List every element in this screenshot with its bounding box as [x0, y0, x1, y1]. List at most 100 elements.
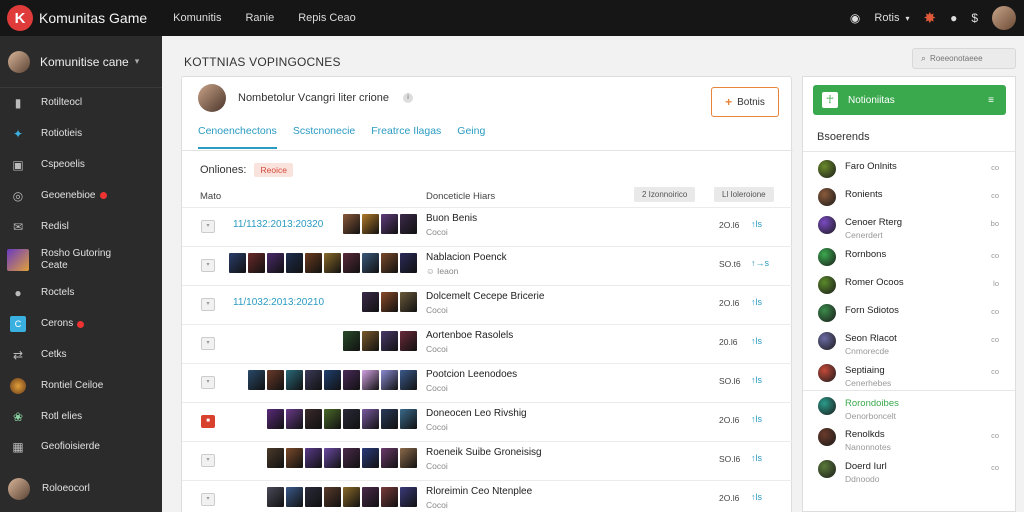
- game-thumbnail[interactable]: [324, 253, 341, 273]
- avatar[interactable]: [198, 84, 226, 112]
- row-date-link[interactable]: 11/1132:2013:20320: [233, 219, 323, 230]
- row-title[interactable]: Dolcemelt Cecepe Bricerie: [426, 291, 544, 302]
- sidebar-item-11[interactable]: ❀ Rotl elies: [0, 401, 162, 432]
- friend-list-item[interactable]: Rorondoibes Oenorboncelt: [803, 390, 1015, 422]
- top-nav-item-3[interactable]: Repis Ceao: [298, 12, 355, 24]
- chevron-down-icon[interactable]: ▾: [135, 56, 140, 67]
- game-thumbnail[interactable]: [362, 292, 379, 312]
- dollar-icon[interactable]: $: [971, 11, 978, 25]
- row-action-icon[interactable]: ↑ls: [751, 219, 762, 229]
- game-thumbnail[interactable]: [362, 448, 379, 468]
- table-row[interactable]: ▾ Roeneik Suibe Groneisisg Cocoi SO.l6 ↑ls: [182, 441, 793, 480]
- friend-list-item[interactable]: Septiaing Cenerhebes co: [803, 358, 1015, 390]
- game-thumbnail[interactable]: [400, 448, 417, 468]
- game-thumbnail[interactable]: [343, 331, 360, 351]
- filter-badge[interactable]: Reoice: [254, 163, 293, 177]
- friend-list-item[interactable]: Doerd Iurl Ddnoodo co: [803, 454, 1015, 486]
- game-thumbnail[interactable]: [381, 331, 398, 351]
- sidebar-footer[interactable]: Roloeocorl: [0, 474, 162, 504]
- game-thumbnail[interactable]: [324, 409, 341, 429]
- row-title[interactable]: Rloreimin Ceo Ntenplee: [426, 486, 532, 497]
- game-thumbnail[interactable]: [305, 409, 322, 429]
- row-checkbox[interactable]: ▾: [201, 493, 215, 506]
- row-title[interactable]: Roeneik Suibe Groneisisg: [426, 447, 542, 458]
- game-thumbnail[interactable]: [400, 370, 417, 390]
- row-action-icon[interactable]: ↑ls: [751, 453, 762, 463]
- row-checkbox[interactable]: ▾: [201, 259, 215, 272]
- game-thumbnail[interactable]: [343, 448, 360, 468]
- game-thumbnail[interactable]: [305, 448, 322, 468]
- game-thumbnail[interactable]: [400, 331, 417, 351]
- row-title[interactable]: Aortenboe Rasolels: [426, 330, 513, 341]
- column-header-mid[interactable]: Donceticle Hiars: [426, 191, 495, 202]
- sidebar-header[interactable]: Komunitise cane ▾: [0, 36, 162, 88]
- follow-button[interactable]: + Botnis: [711, 87, 779, 117]
- brand-title[interactable]: Komunitas Game: [39, 10, 147, 26]
- sidebar-item-4[interactable]: ◎ Geoenebioe: [0, 180, 162, 211]
- game-thumbnail[interactable]: [343, 409, 360, 429]
- tab-2[interactable]: Scstcnonecie: [293, 125, 355, 149]
- table-row[interactable]: ▾ 11/1132:2013:20320 Buon Benis Cocoi 2O.l6 ↑…: [182, 207, 793, 246]
- search-input[interactable]: [930, 54, 1011, 63]
- game-thumbnail[interactable]: [343, 253, 360, 273]
- row-checkbox[interactable]: ▾: [201, 376, 215, 389]
- row-action-icon[interactable]: ↑ls: [751, 414, 762, 424]
- game-thumbnail[interactable]: [400, 409, 417, 429]
- row-checkbox[interactable]: ▾: [201, 454, 215, 467]
- column-header-left[interactable]: Mato: [200, 191, 221, 202]
- community-button[interactable]: ☥ Notioniitas ≡: [813, 85, 1006, 115]
- menu-icon[interactable]: ≡: [988, 95, 994, 106]
- game-thumbnail[interactable]: [381, 370, 398, 390]
- game-thumbnail[interactable]: [400, 214, 417, 234]
- game-thumbnail[interactable]: [343, 370, 360, 390]
- game-thumbnail[interactable]: [229, 253, 246, 273]
- globe-icon[interactable]: ◉: [850, 11, 860, 25]
- game-thumbnail[interactable]: [286, 448, 303, 468]
- table-row[interactable]: ▾ Nablacion Poenck ☺ Ieaon SO.t6 ↑→s: [182, 246, 793, 285]
- friend-list-item[interactable]: Rornbons co: [803, 242, 1015, 270]
- game-thumbnail[interactable]: [381, 253, 398, 273]
- game-thumbnail[interactable]: [362, 487, 379, 507]
- friend-list-item[interactable]: Romer Ocoos lo: [803, 270, 1015, 298]
- table-row[interactable]: ■ Doneocen Leo Rivshig Cocoi 2O.l6 ↑ls: [182, 402, 793, 441]
- row-title[interactable]: Pootcion Leenodoes: [426, 369, 517, 380]
- game-thumbnail[interactable]: [324, 487, 341, 507]
- game-thumbnail[interactable]: [362, 214, 379, 234]
- game-thumbnail[interactable]: [324, 448, 341, 468]
- game-thumbnail[interactable]: [324, 370, 341, 390]
- game-thumbnail[interactable]: [286, 487, 303, 507]
- search-box[interactable]: ⌕: [912, 48, 1016, 69]
- row-action-icon[interactable]: ↑ls: [751, 492, 762, 502]
- table-row[interactable]: ▾ Aortenboe Rasolels Cocoi 20.l6 ↑ls: [182, 324, 793, 363]
- game-thumbnail[interactable]: [381, 214, 398, 234]
- game-thumbnail[interactable]: [286, 409, 303, 429]
- top-nav-item-2[interactable]: Ranie: [245, 12, 274, 24]
- game-thumbnail[interactable]: [381, 409, 398, 429]
- game-thumbnail[interactable]: [267, 448, 284, 468]
- game-thumbnail[interactable]: [362, 370, 379, 390]
- sidebar-item-12[interactable]: ▦ Geofioisierde: [0, 432, 162, 463]
- game-thumbnail[interactable]: [381, 448, 398, 468]
- friend-list-item[interactable]: Cenoer Rterg Cenerdert bo: [803, 210, 1015, 242]
- chevron-down-icon[interactable]: ▾: [905, 14, 909, 23]
- game-thumbnail[interactable]: [267, 409, 284, 429]
- friend-list-item[interactable]: Seon Rlacot Cnmorecde co: [803, 326, 1015, 358]
- sidebar-item-3[interactable]: ▣ Cspeoelis: [0, 150, 162, 181]
- sidebar-item-1[interactable]: ▮ Rotilteocl: [0, 88, 162, 119]
- game-thumbnail[interactable]: [400, 487, 417, 507]
- friend-list-item[interactable]: Faro Onlnits co: [803, 154, 1015, 182]
- location-pin-icon[interactable]: ●: [950, 11, 957, 25]
- top-right-label[interactable]: Rotis: [874, 12, 899, 24]
- tab-4[interactable]: Geing: [457, 125, 485, 149]
- game-thumbnail[interactable]: [343, 214, 360, 234]
- row-action-icon[interactable]: ↑ls: [751, 297, 762, 307]
- row-checkbox[interactable]: ▾: [201, 298, 215, 311]
- game-thumbnail[interactable]: [400, 253, 417, 273]
- game-thumbnail[interactable]: [267, 487, 284, 507]
- game-thumbnail[interactable]: [362, 331, 379, 351]
- table-row[interactable]: ▾ 11/1032:2013:20210 Dolcemelt Cecepe Bric…: [182, 285, 793, 324]
- row-date-link[interactable]: 11/1032:2013:20210: [233, 297, 324, 308]
- sidebar-item-7[interactable]: ● Roctels: [0, 278, 162, 309]
- game-thumbnail[interactable]: [400, 292, 417, 312]
- game-thumbnail[interactable]: [267, 370, 284, 390]
